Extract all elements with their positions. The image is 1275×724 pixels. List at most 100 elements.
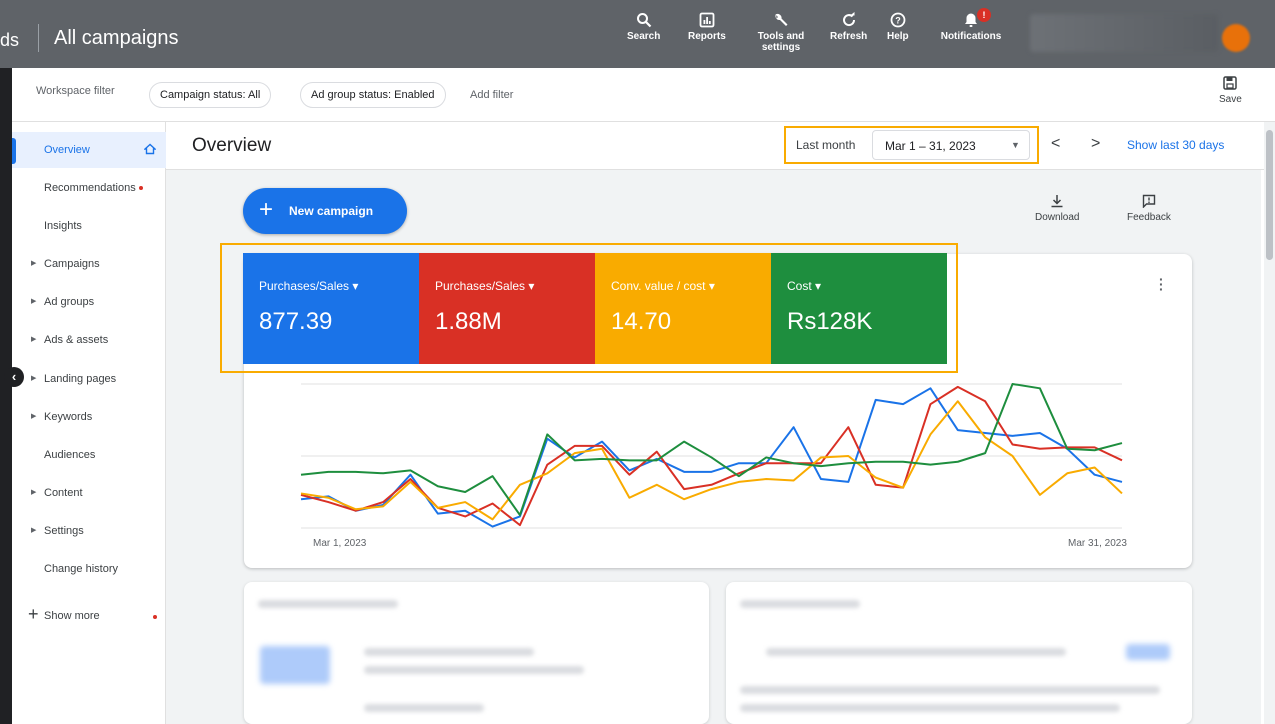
wrench-icon	[775, 13, 788, 26]
download-button[interactable]: Download	[1035, 194, 1079, 223]
date-preset-label[interactable]: Last month	[796, 138, 855, 152]
sidebar-item-label: Overview	[44, 144, 90, 156]
sidebar-item-label: Keywords	[44, 411, 93, 423]
sidebar-item-landing-pages[interactable]: ▶ Landing pages	[12, 361, 166, 397]
sidebar-item-text: Recommendations	[44, 182, 143, 194]
notifications-button[interactable]: ! Notifications	[929, 8, 1013, 42]
sidebar-item-label: Audiences	[44, 449, 96, 461]
blurred-image	[260, 646, 330, 684]
feedback-label: Feedback	[1127, 212, 1171, 223]
new-campaign-button[interactable]: + New campaign	[243, 188, 407, 234]
expand-arrow-icon: ▶	[31, 260, 37, 267]
blurred-text	[740, 704, 1120, 712]
date-range-select[interactable]: Mar 1 – 31, 2023 ▼	[872, 130, 1030, 160]
overview-header: Overview Last month Mar 1 – 31, 2023 ▼ <…	[166, 122, 1275, 170]
avatar[interactable]	[1222, 24, 1250, 52]
sidebar-item-label: Change history	[44, 563, 118, 575]
section-title: Overview	[192, 135, 272, 156]
sidebar-item-settings[interactable]: ▶ Settings	[12, 513, 166, 549]
page-title: All campaigns	[54, 27, 179, 49]
sidebar-item-recommendations[interactable]: Recommendations	[12, 170, 166, 206]
search-icon	[636, 13, 651, 28]
save-button[interactable]: Save	[1219, 76, 1242, 105]
save-icon	[1223, 76, 1238, 90]
notification-dot	[153, 615, 157, 619]
tools-settings-button[interactable]: Tools and settings	[752, 12, 810, 53]
sidebar-item-label: Content	[44, 487, 83, 499]
collapse-sidebar-button[interactable]: ‹	[4, 367, 24, 387]
page-scrollbar[interactable]	[1264, 122, 1275, 724]
search-label: Search	[627, 31, 661, 42]
help-icon: ?	[890, 12, 906, 28]
expand-arrow-icon: ▶	[31, 413, 37, 420]
reports-button[interactable]: Reports	[688, 12, 726, 42]
feedback-button[interactable]: Feedback	[1127, 194, 1171, 223]
help-button[interactable]: ? Help	[887, 12, 909, 42]
download-icon	[1051, 195, 1063, 208]
sidebar-item-ad-groups[interactable]: ▶ Ad groups	[12, 284, 166, 320]
expand-arrow-icon: ▶	[31, 527, 37, 534]
blurred-text	[258, 600, 398, 608]
reports-label: Reports	[688, 31, 726, 42]
chevron-right-icon[interactable]: >	[1091, 135, 1100, 153]
download-label: Download	[1035, 212, 1080, 223]
scrollbar-thumb[interactable]	[1266, 130, 1273, 260]
add-filter-link[interactable]: Add filter	[470, 89, 513, 101]
show-more-button[interactable]: + Show more	[12, 598, 166, 634]
show-more-label: Show more	[44, 610, 100, 622]
svg-text:?: ?	[895, 16, 901, 26]
blurred-text	[364, 648, 534, 656]
home-icon	[144, 143, 156, 155]
expand-arrow-icon: ▶	[31, 298, 37, 305]
refresh-label: Refresh	[830, 31, 868, 42]
workspace-filter-bar: Workspace filter Campaign status: All Ad…	[12, 68, 1275, 122]
tools-settings-label: Tools and settings	[757, 31, 805, 53]
blurred-card-right	[726, 582, 1192, 724]
sidebar-item-label: Ad groups	[44, 296, 95, 308]
refresh-icon	[842, 12, 855, 27]
notifications-label: Notifications	[940, 31, 1002, 42]
blurred-button	[1126, 644, 1170, 660]
campaign-status-chip[interactable]: Campaign status: All	[149, 82, 272, 108]
reports-icon	[699, 12, 715, 28]
sidebar-item-label: Campaigns	[44, 258, 100, 270]
save-label: Save	[1219, 94, 1242, 105]
chevron-left-icon[interactable]: <	[1051, 135, 1060, 153]
caret-down-icon: ▼	[1011, 140, 1020, 150]
show-last-30-days-link[interactable]: Show last 30 days	[1127, 138, 1224, 152]
x-axis-start-label: Mar 1, 2023	[313, 538, 367, 549]
expand-arrow-icon: ▶	[31, 375, 37, 382]
ad-group-status-chip[interactable]: Ad group status: Enabled	[300, 82, 446, 108]
sidebar-item-ads-assets[interactable]: ▶ Ads & assets	[12, 322, 166, 358]
blurred-card-left	[244, 582, 709, 724]
expand-arrow-icon: ▶	[31, 336, 37, 343]
sidebar-item-keywords[interactable]: ▶ Keywords	[12, 399, 166, 435]
expand-arrow-icon: ▶	[31, 489, 37, 496]
sidebar-item-content[interactable]: ▶ Content	[12, 475, 166, 511]
sidebar: Overview Recommendations Insights ▶ Camp…	[12, 122, 166, 724]
blurred-text	[740, 600, 860, 608]
search-button[interactable]: Search	[627, 12, 660, 42]
sidebar-item-insights[interactable]: Insights	[12, 208, 166, 244]
account-info[interactable]	[1030, 14, 1218, 52]
sidebar-item-change-history[interactable]: Change history	[12, 551, 166, 587]
help-label: Help	[887, 31, 909, 42]
more-options-icon[interactable]: · · ·	[1159, 272, 1164, 296]
blurred-text	[364, 704, 484, 712]
notification-dot	[138, 186, 143, 191]
blurred-text	[740, 686, 1160, 694]
date-range-value: Mar 1 – 31, 2023	[885, 139, 976, 153]
sidebar-item-label: Landing pages	[44, 373, 117, 385]
brand-fragment: ds	[0, 30, 20, 50]
sidebar-item-audiences[interactable]: Audiences	[12, 437, 166, 473]
refresh-button[interactable]: Refresh	[830, 12, 867, 42]
left-edge-strip	[0, 68, 12, 724]
notification-badge: !	[977, 8, 991, 22]
sidebar-item-campaigns[interactable]: ▶ Campaigns	[12, 246, 166, 282]
top-bar: ds All campaigns Search Reports Tools an…	[0, 0, 1275, 68]
sidebar-item-label: Recommendations	[44, 182, 136, 194]
blurred-text	[364, 666, 584, 674]
x-axis-end-label: Mar 31, 2023	[1068, 538, 1127, 549]
sidebar-item-label: Settings	[44, 525, 84, 537]
sidebar-item-overview[interactable]: Overview	[12, 132, 166, 168]
